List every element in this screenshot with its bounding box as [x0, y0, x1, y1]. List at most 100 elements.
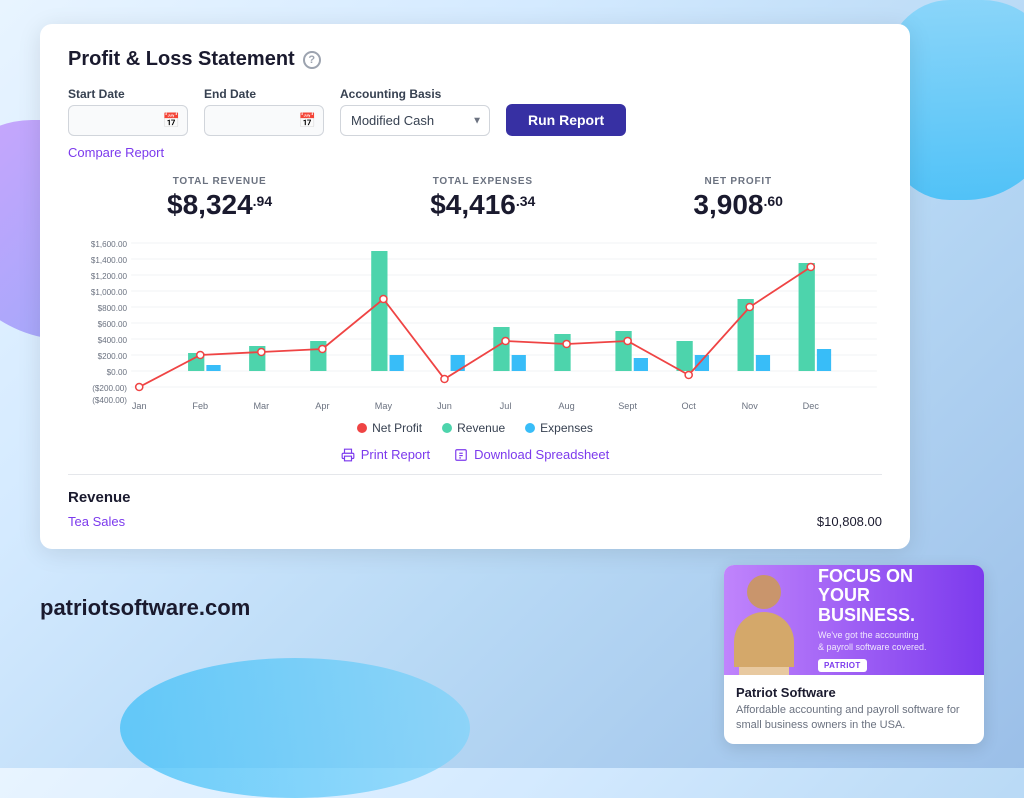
- svg-text:Jan: Jan: [132, 401, 147, 411]
- profit-dot-sept: [624, 338, 631, 345]
- profit-dot-may: [380, 296, 387, 303]
- net-profit-label: NET PROFIT: [693, 176, 783, 187]
- revenue-bar-jul: [493, 327, 509, 371]
- legend-revenue: Revenue: [442, 421, 505, 435]
- svg-text:Mar: Mar: [253, 401, 269, 411]
- ad-subtext: We've got the accounting& payroll softwa…: [818, 630, 970, 653]
- info-icon[interactable]: ?: [303, 51, 321, 69]
- legend-dot-expenses: [525, 423, 535, 433]
- start-date-calendar-icon[interactable]: 📅: [163, 112, 180, 129]
- expense-bar-feb: [206, 365, 220, 371]
- patriot-badge: PATRIOT: [818, 659, 867, 672]
- stats-row: TOTAL REVENUE $8,324 .94 TOTAL EXPENSES …: [68, 176, 882, 221]
- tea-sales-link[interactable]: Tea Sales: [68, 514, 125, 529]
- profit-dot-apr: [319, 346, 326, 353]
- svg-text:Nov: Nov: [742, 401, 759, 411]
- svg-text:$200.00: $200.00: [98, 352, 128, 361]
- svg-text:May: May: [375, 401, 393, 411]
- print-report-label: Print Report: [361, 447, 430, 462]
- ad-headline: FOCUS ONYOUR BUSINESS.: [818, 567, 970, 626]
- end-date-group: End Date 📅: [204, 87, 324, 136]
- expense-bar-nov: [756, 355, 770, 371]
- print-icon: [341, 448, 355, 462]
- start-date-label: Start Date: [68, 87, 188, 101]
- start-date-group: Start Date 📅: [68, 87, 188, 136]
- card-header: Profit & Loss Statement ?: [68, 48, 882, 71]
- ad-text-area: FOCUS ONYOUR BUSINESS. We've got the acc…: [818, 567, 970, 674]
- ad-description: Affordable accounting and payroll softwa…: [736, 703, 972, 734]
- revenue-bar-oct: [676, 341, 692, 371]
- profit-dot-jun: [441, 376, 448, 383]
- ad-brand-name: Patriot Software: [736, 685, 972, 700]
- net-profit-cents: .60: [763, 193, 782, 209]
- expense-bar-jul: [512, 355, 526, 371]
- accounting-basis-select[interactable]: Modified Cash Accrual Cash: [340, 105, 490, 136]
- svg-text:$0.00: $0.00: [107, 368, 128, 377]
- svg-text:Feb: Feb: [192, 401, 208, 411]
- legend-net-profit: Net Profit: [357, 421, 422, 435]
- legend-dot-net-profit: [357, 423, 367, 433]
- total-revenue-value: $8,324 .94: [167, 189, 272, 221]
- ad-person-shoulders: [739, 667, 789, 675]
- profit-dot-jul: [502, 338, 509, 345]
- start-date-wrapper: 📅: [68, 105, 188, 136]
- svg-text:$800.00: $800.00: [98, 304, 128, 313]
- profit-dot-mar: [258, 349, 265, 356]
- svg-text:Aug: Aug: [558, 401, 574, 411]
- profit-dot-dec: [807, 264, 814, 271]
- total-revenue-stat: TOTAL REVENUE $8,324 .94: [167, 176, 272, 221]
- total-expenses-value: $4,416 .34: [430, 189, 535, 221]
- revenue-section-title: Revenue: [68, 489, 882, 506]
- revenue-section: Revenue Tea Sales $10,808.00: [68, 474, 882, 529]
- total-expenses-dollars: $4,416: [430, 189, 516, 221]
- svg-text:$600.00: $600.00: [98, 320, 128, 329]
- end-date-wrapper: 📅: [204, 105, 324, 136]
- svg-text:($400.00): ($400.00): [92, 396, 127, 405]
- main-container: Profit & Loss Statement ? Start Date 📅 E…: [0, 0, 1024, 768]
- profit-dot-feb: [197, 352, 204, 359]
- revenue-bar-sept: [615, 331, 631, 371]
- legend-expenses: Expenses: [525, 421, 593, 435]
- print-report-link[interactable]: Print Report: [341, 447, 430, 462]
- net-profit-dollars: 3,908: [693, 189, 763, 221]
- chart-legend: Net Profit Revenue Expenses: [68, 421, 882, 435]
- profit-dot-jan: [136, 384, 143, 391]
- total-expenses-label: TOTAL EXPENSES: [430, 176, 535, 187]
- svg-text:Jul: Jul: [500, 401, 512, 411]
- expense-bar-dec: [817, 349, 831, 371]
- brand-url: patriotsoftware.com: [40, 565, 250, 621]
- legend-label-revenue: Revenue: [457, 421, 505, 435]
- accounting-basis-group: Accounting Basis Modified Cash Accrual C…: [340, 87, 490, 136]
- run-report-button[interactable]: Run Report: [506, 104, 626, 136]
- accounting-basis-label: Accounting Basis: [340, 87, 490, 101]
- svg-text:$400.00: $400.00: [98, 336, 128, 345]
- download-icon: [454, 448, 468, 462]
- total-revenue-dollars: $8,324: [167, 189, 253, 221]
- legend-dot-revenue: [442, 423, 452, 433]
- end-date-calendar-icon[interactable]: 📅: [299, 112, 316, 129]
- compare-report-link[interactable]: Compare Report: [68, 145, 164, 160]
- ad-image-area: FOCUS ONYOUR BUSINESS. We've got the acc…: [724, 565, 984, 675]
- svg-text:$1,200.00: $1,200.00: [91, 272, 128, 281]
- expense-bar-sept: [634, 358, 648, 371]
- svg-text:$1,000.00: $1,000.00: [91, 288, 128, 297]
- ad-card: FOCUS ONYOUR BUSINESS. We've got the acc…: [724, 565, 984, 744]
- net-profit-stat: NET PROFIT 3,908 .60: [693, 176, 783, 221]
- chart-container: $1,600.00 $1,400.00 $1,200.00 $1,000.00 …: [68, 233, 882, 413]
- ad-content: Patriot Software Affordable accounting a…: [724, 675, 984, 744]
- svg-text:Dec: Dec: [803, 401, 820, 411]
- net-profit-value: 3,908 .60: [693, 189, 783, 221]
- svg-text:$1,600.00: $1,600.00: [91, 240, 128, 249]
- end-date-label: End Date: [204, 87, 324, 101]
- report-card: Profit & Loss Statement ? Start Date 📅 E…: [40, 24, 910, 549]
- download-spreadsheet-link[interactable]: Download Spreadsheet: [454, 447, 609, 462]
- profit-dot-oct: [685, 372, 692, 379]
- form-row: Start Date 📅 End Date 📅 Accounting Basis…: [68, 87, 882, 136]
- revenue-bar-may: [371, 251, 387, 371]
- total-expenses-cents: .34: [516, 193, 535, 209]
- profit-dot-aug: [563, 341, 570, 348]
- ad-person-head: [747, 575, 781, 609]
- accounting-basis-wrapper: Modified Cash Accrual Cash ▼: [340, 105, 490, 136]
- chart-svg: $1,600.00 $1,400.00 $1,200.00 $1,000.00 …: [68, 233, 882, 413]
- svg-text:Oct: Oct: [682, 401, 697, 411]
